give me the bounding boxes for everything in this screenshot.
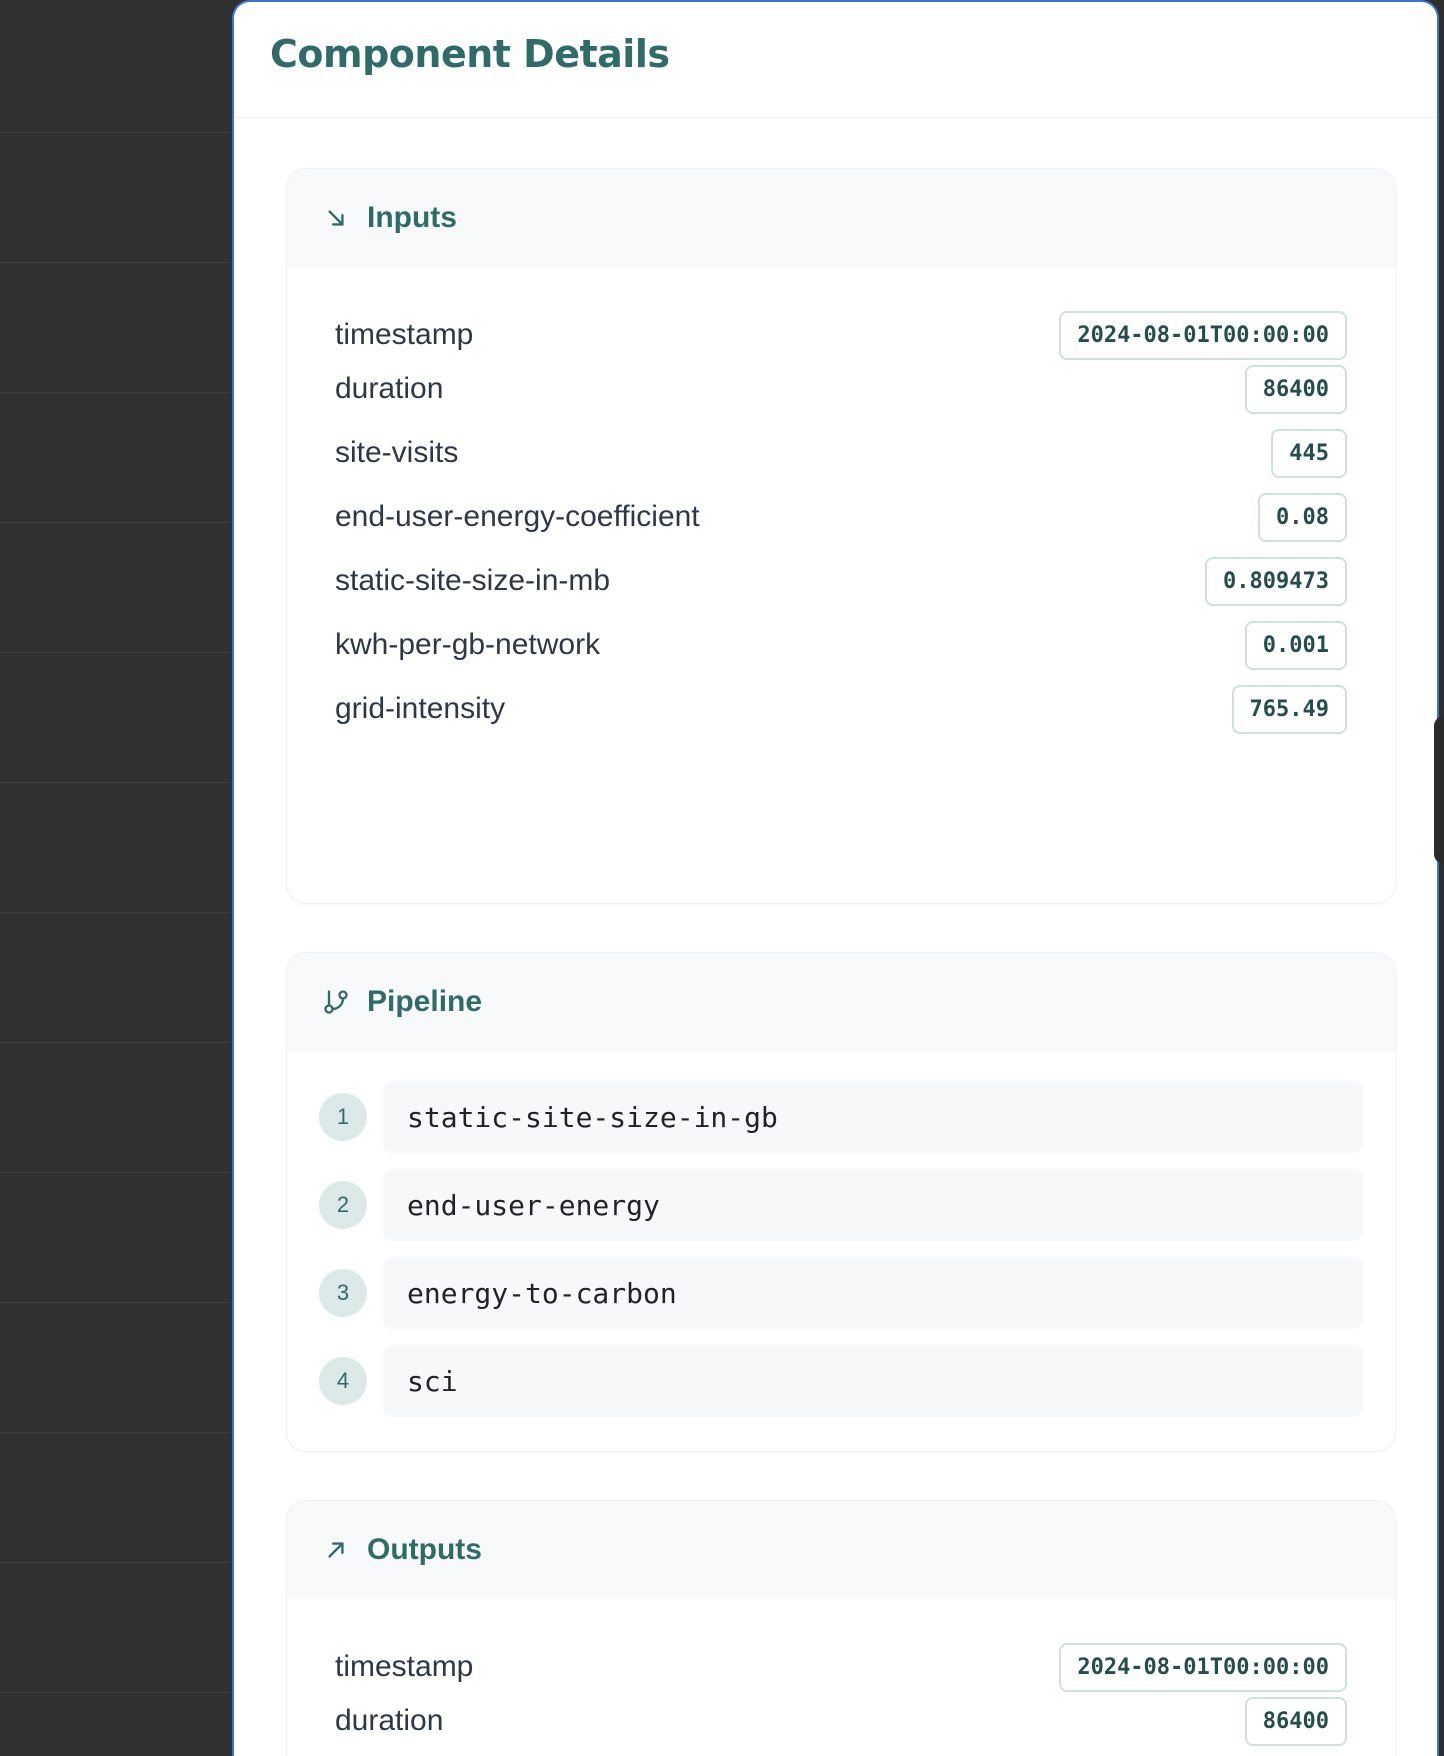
panel-resize-handle[interactable]	[1434, 716, 1444, 864]
pipeline-step-row: 1 static-site-size-in-gb	[319, 1081, 1363, 1153]
input-label: static-site-size-in-mb	[335, 564, 611, 597]
outputs-section: Outputs timestamp 2024-08-01T00:00:00 du…	[286, 1500, 1396, 1756]
input-label: kwh-per-gb-network	[335, 628, 601, 661]
panel-title: Component Details	[270, 32, 670, 76]
input-value: 0.001	[1244, 620, 1347, 670]
git-branch-icon	[321, 987, 351, 1017]
input-value: 765.49	[1231, 684, 1347, 734]
pipeline-section-header: Pipeline	[287, 953, 1395, 1051]
pipeline-step-row: 2 end-user-energy	[319, 1169, 1363, 1241]
input-value: 445	[1271, 428, 1347, 478]
input-label: end-user-energy-coefficient	[335, 500, 700, 533]
arrow-up-right-icon	[321, 1535, 351, 1565]
panel-header: Component Details	[234, 2, 1437, 118]
step-name: sci	[383, 1345, 1363, 1417]
step-name: energy-to-carbon	[383, 1257, 1363, 1329]
outputs-section-header: Outputs	[287, 1501, 1395, 1599]
output-label: duration	[335, 1704, 444, 1737]
pipeline-step-row: 3 energy-to-carbon	[319, 1257, 1363, 1329]
step-number: 1	[319, 1093, 367, 1141]
pipeline-list: 1 static-site-size-in-gb 2 end-user-ener…	[287, 1051, 1395, 1417]
inputs-section: Inputs timestamp 2024-08-01T00:00:00 dur…	[286, 168, 1396, 904]
step-name: static-site-size-in-gb	[383, 1081, 1363, 1153]
component-details-panel: Component Details Inputs timestamp 2024-…	[232, 0, 1439, 1756]
step-name: end-user-energy	[383, 1169, 1363, 1241]
inputs-section-header: Inputs	[287, 169, 1395, 267]
output-label: timestamp	[335, 1650, 474, 1683]
outputs-list: timestamp 2024-08-01T00:00:00 duration 8…	[287, 1599, 1395, 1756]
input-label: timestamp	[335, 318, 474, 351]
input-value: 2024-08-01T00:00:00	[1059, 310, 1347, 360]
step-number: 3	[319, 1269, 367, 1317]
background-app-list	[0, 0, 230, 1756]
arrow-down-right-icon	[321, 203, 351, 233]
input-label: duration	[335, 372, 444, 405]
input-value: 0.08	[1258, 492, 1347, 542]
inputs-list: timestamp 2024-08-01T00:00:00 duration 8…	[287, 267, 1395, 751]
output-value: 86400	[1244, 1696, 1347, 1746]
step-number: 4	[319, 1357, 367, 1405]
pipeline-step-row: 4 sci	[319, 1345, 1363, 1417]
input-value: 0.809473	[1205, 556, 1347, 606]
outputs-title: Outputs	[367, 1533, 482, 1566]
pipeline-section: Pipeline 1 static-site-size-in-gb 2 end-…	[286, 952, 1396, 1452]
step-number: 2	[319, 1181, 367, 1229]
output-value: 2024-08-01T00:00:00	[1059, 1642, 1347, 1692]
inputs-title: Inputs	[367, 201, 457, 234]
input-label: grid-intensity	[335, 692, 506, 725]
input-row: grid-intensity 765.49	[335, 667, 1347, 751]
input-label: site-visits	[335, 436, 459, 469]
input-value: 86400	[1244, 364, 1347, 414]
pipeline-title: Pipeline	[367, 985, 483, 1018]
